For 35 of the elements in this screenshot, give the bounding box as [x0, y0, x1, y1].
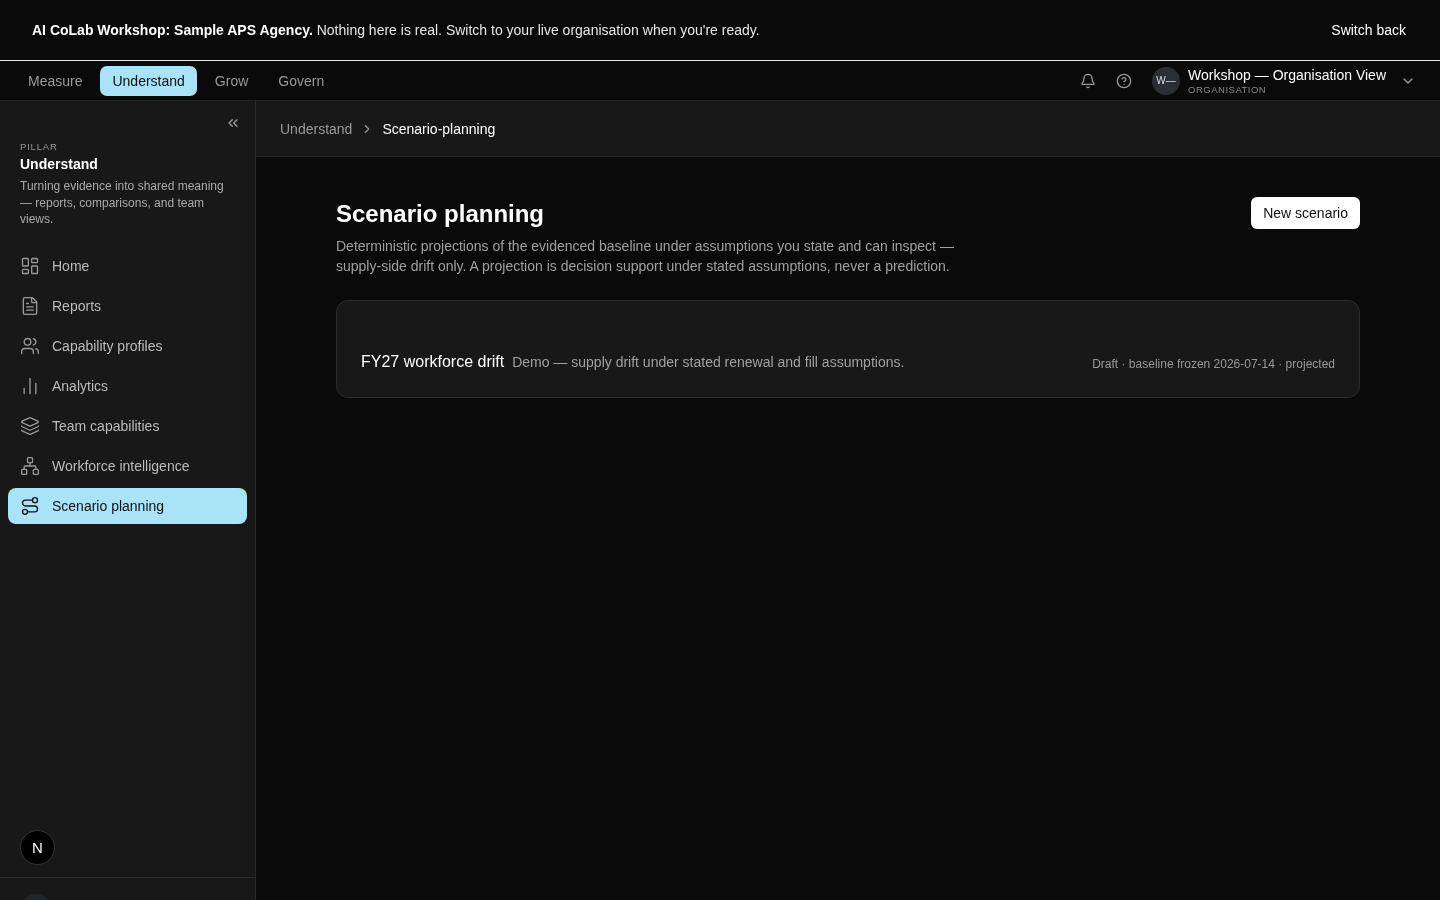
nav-tab[interactable]: Measure [16, 65, 95, 96]
sidebar-item[interactable]: Scenario planning [8, 487, 247, 524]
sidebar-eyebrow: PILLAR [20, 141, 59, 152]
route-icon [20, 495, 40, 516]
nav-tab[interactable]: Understand [100, 65, 197, 96]
sidebar-item[interactable]: Team capabilities [8, 407, 247, 444]
grid-icon [20, 255, 40, 276]
sidebar-description: Turning evidence into shared meaning — reports, comparisons, and team views. [20, 178, 225, 228]
switch-back-button[interactable]: Switch back [1325, 21, 1412, 39]
page-description: Deterministic projections of the evidenced baseline under assumptions you state and can inspect — supply-side drift only. A projection is decision support under stated assumptions, never a prediction. [336, 237, 955, 276]
account-switcher[interactable]: W— Workshop — Organisation View ORGANISATION [1152, 66, 1416, 95]
scenario-summary: Demo — supply drift under stated renewal and fill assumptions. [512, 354, 905, 370]
layers-icon [20, 415, 40, 436]
scenario-name: FY27 workforce drift [361, 353, 505, 370]
sidebar-item[interactable]: Home [8, 247, 247, 284]
nav-tab[interactable]: Grow [202, 65, 261, 96]
people-icon [20, 335, 40, 356]
page-title: Scenario planning [336, 200, 546, 228]
new-scenario-button[interactable]: New scenario [1251, 197, 1360, 229]
sidebar-item[interactable]: Workforce intelligence [8, 447, 247, 484]
logo-badge[interactable]: N [20, 830, 55, 865]
banner-message: AI CoLab Workshop: Sample APS Agency. Nothing here is real. Switch to your live organisation when you're ready. [32, 22, 760, 38]
sidebar-item[interactable]: Reports [8, 287, 247, 324]
sidebar-title: Understand [20, 156, 99, 172]
hierarchy-icon [20, 455, 40, 476]
document-icon [20, 295, 40, 316]
scenario-card[interactable]: FY27 workforce drift Demo — supply drift under stated renewal and fill assumptions. Draft · baseline frozen 2026-07-14 · projected [336, 300, 1360, 398]
help-icon[interactable] [1116, 72, 1133, 89]
sidebar-item[interactable]: Analytics [8, 367, 247, 404]
bell-icon[interactable] [1080, 72, 1097, 89]
scenario-meta: Draft · baseline frozen 2026-07-14 · projected [1092, 357, 1335, 371]
sidebar-item[interactable]: Capability profiles [8, 327, 247, 364]
nav-tab[interactable]: Govern [266, 65, 337, 96]
breadcrumb-link[interactable]: Scenario-planning [382, 120, 496, 137]
breadcrumb-link[interactable]: Understand [280, 120, 353, 137]
